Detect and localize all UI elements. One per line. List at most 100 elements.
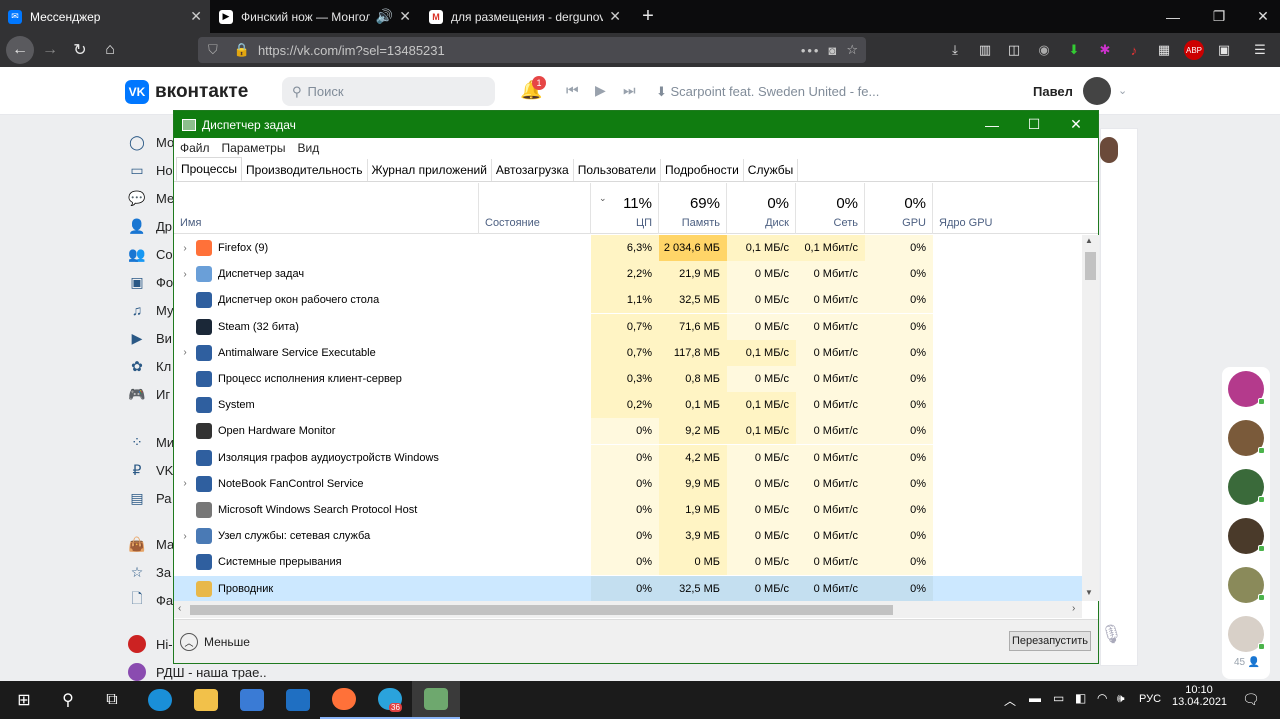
header-network[interactable]: 0% Сеть — [796, 183, 865, 234]
vk-menu-item[interactable]: 👥 Со — [128, 244, 172, 264]
menu-icon[interactable]: ☰ — [1250, 40, 1270, 60]
scroll-up-icon[interactable]: ▲ — [1085, 236, 1093, 245]
adblock-icon[interactable]: ABP — [1184, 40, 1204, 60]
download-icon[interactable]: ⤓ — [945, 40, 965, 60]
tab-users[interactable]: Пользователи — [574, 159, 662, 181]
process-row[interactable]: System 0,2% 0,1 МБ 0,1 МБ/с 0 Мбит/с 0% — [174, 392, 1082, 419]
home-icon[interactable]: ⌂ — [96, 33, 124, 67]
telegram-icon[interactable] — [366, 681, 414, 719]
forward-icon[interactable]: → — [36, 33, 64, 67]
search-icon[interactable]: ⚲ — [44, 681, 92, 719]
new-tab-button[interactable]: + — [634, 0, 662, 33]
library-icon[interactable]: ▥ — [975, 40, 995, 60]
next-track-icon[interactable]: ⏭ — [623, 82, 636, 99]
mail-icon[interactable] — [274, 681, 322, 719]
tab-app-history[interactable]: Журнал приложений — [368, 159, 492, 181]
tray-chevron-up-icon[interactable]: ︿ — [1004, 692, 1016, 709]
tab-startup[interactable]: Автозагрузка — [492, 159, 574, 181]
store-icon[interactable] — [228, 681, 276, 719]
menu-options[interactable]: Параметры — [216, 141, 292, 155]
tab-services[interactable]: Службы — [744, 159, 799, 181]
header-gpu-engine[interactable]: Ядро GPU — [933, 183, 1083, 234]
header-disk[interactable]: 0% Диск — [727, 183, 796, 234]
clock[interactable]: 10:10 13.04.2021 — [1172, 684, 1227, 708]
user-name[interactable]: Павел — [1033, 84, 1073, 99]
vk-menu-item[interactable]: ♫ Му — [128, 300, 174, 320]
process-row[interactable]: › Узел службы: сетевая служба 0% 3,9 МБ 0 МБ… — [174, 523, 1082, 550]
expand-chevron-icon[interactable]: › — [174, 243, 196, 254]
minimize-icon[interactable]: — — [1150, 0, 1196, 33]
process-row[interactable]: Microsoft Windows Search Protocol Host 0%… — [174, 497, 1082, 523]
vk-menu-item[interactable]: ₽ VK — [128, 460, 174, 480]
bookmark-star-icon[interactable]: ☆ — [846, 42, 858, 58]
tab-messenger[interactable]: ✉ Мессенджер ✕ — [0, 0, 210, 33]
address-bar[interactable]: ⛉ 🔒 https://vk.com/im?sel=13485231 ••• ◙… — [198, 37, 866, 63]
vk-menu-item[interactable]: ◯ Мо — [128, 132, 174, 152]
music-extension-icon[interactable]: ♪ — [1124, 40, 1144, 60]
process-row[interactable]: Диспетчер окон рабочего стола 1,1% 32,5 МБ… — [174, 287, 1082, 314]
vk-menu-item[interactable]: 👤 Др — [128, 216, 172, 236]
chat-item[interactable]: Hi- — [128, 634, 173, 654]
process-row[interactable]: Системные прерывания 0% 0 МБ 0 МБ/с 0 Мбит/с… — [174, 549, 1082, 576]
process-row[interactable]: › Диспетчер задач 2,2% 21,9 МБ 0 МБ/с 0 Мбит/… — [174, 261, 1082, 288]
task-manager-titlebar[interactable]: Диспетчер задач — ☐ ✕ — [174, 111, 1098, 138]
process-row[interactable]: › NoteBook FanControl Service 0% 9,9 МБ 0 МБ… — [174, 470, 1082, 497]
process-row[interactable]: Open Hardware Monitor 0% 9,2 МБ 0,1 МБ/с 0 М… — [174, 418, 1082, 445]
battery-icon[interactable]: ▭ — [1053, 691, 1064, 705]
vertical-scrollbar[interactable] — [1082, 235, 1099, 601]
menu-file[interactable]: Файл — [174, 141, 216, 155]
notification-center-icon[interactable]: 🗨 — [1242, 691, 1260, 708]
vk-menu-item[interactable]: ⁘ Ми — [128, 432, 174, 452]
vk-menu-item[interactable]: ▤ Ра — [128, 488, 171, 508]
close-tab-icon[interactable]: ✕ — [609, 8, 621, 25]
expand-chevron-icon[interactable]: › — [174, 478, 196, 489]
scrollbar-thumb[interactable] — [1085, 252, 1096, 280]
language-indicator[interactable]: РУС — [1139, 693, 1161, 705]
download-helper-icon[interactable]: ⬇ — [1064, 40, 1084, 60]
fewer-details-button[interactable]: ︿ Меньше — [180, 633, 250, 651]
reload-icon[interactable]: ↻ — [66, 33, 94, 67]
extension-icon[interactable]: ◉ — [1034, 40, 1054, 60]
sidebar-icon[interactable]: ◫ — [1004, 40, 1024, 60]
tray-app-icon[interactable]: ▬ — [1029, 691, 1041, 705]
extensions-grid-icon[interactable]: ▦ — [1154, 40, 1174, 60]
back-icon[interactable]: ← — [6, 36, 34, 64]
extension-badge-icon[interactable]: ▣ — [1214, 40, 1234, 60]
close-window-icon[interactable]: ✕ — [1240, 0, 1280, 33]
header-memory[interactable]: 69% Память — [659, 183, 727, 234]
maximize-icon[interactable]: ❐ — [1196, 0, 1242, 33]
process-row[interactable]: Изоляция графов аудиоустройств Windows 0%… — [174, 444, 1082, 471]
task-view-icon[interactable]: ⧉ — [88, 681, 136, 719]
process-row[interactable]: › Firefox (9) 6,3% 2 034,6 МБ 0,1 МБ/с 0,1 Мб… — [174, 235, 1082, 261]
vk-search-input[interactable]: ⚲ Поиск — [282, 77, 495, 106]
shield-icon[interactable]: ⛉ — [208, 42, 218, 58]
scroll-right-icon[interactable]: › — [1072, 603, 1075, 614]
chevron-down-icon[interactable]: ⌄ — [1118, 84, 1127, 97]
process-row[interactable]: Процесс исполнения клиент-сервер 0,3% 0,8 … — [174, 366, 1082, 392]
restart-button[interactable]: Перезапустить — [1009, 631, 1091, 651]
vk-logo[interactable]: VK вконтакте — [125, 80, 248, 104]
file-explorer-icon[interactable] — [182, 681, 230, 719]
minimize-icon[interactable]: — — [970, 111, 1014, 138]
vk-menu-item[interactable]: 👜 Ма — [128, 534, 174, 554]
microphone-icon[interactable]: 🎙 — [1100, 624, 1123, 645]
header-status[interactable]: Состояние — [479, 183, 591, 234]
scrollbar-thumb[interactable] — [190, 605, 893, 615]
vk-menu-item[interactable]: ▭ Но — [128, 160, 172, 180]
expand-chevron-icon[interactable]: › — [174, 347, 196, 358]
vk-menu-item[interactable]: 💬 Ме — [128, 188, 174, 208]
scroll-down-icon[interactable]: ▼ — [1085, 588, 1093, 597]
maximize-icon[interactable]: ☐ — [1012, 111, 1056, 138]
process-row[interactable]: Проводник 0% 32,5 МБ 0 МБ/с 0 Мбит/с 0% — [174, 575, 1082, 601]
play-icon[interactable]: ▶ — [595, 82, 606, 99]
vk-menu-item[interactable]: 🗋 Фа — [128, 590, 173, 610]
process-row[interactable]: › Antimalware Service Executable 0,7% 117,8… — [174, 339, 1082, 366]
speaker-icon[interactable]: 🔊 — [376, 8, 393, 25]
menu-view[interactable]: Вид — [291, 141, 325, 155]
current-track[interactable]: ⬇ Scarpoint feat. Sweden United - fe... — [656, 84, 879, 100]
volume-icon[interactable]: 🕪 — [1117, 691, 1125, 706]
process-row[interactable]: Steam (32 бита) 0,7% 71,6 МБ 0 МБ/с 0 Мбит/с… — [174, 313, 1082, 340]
vk-menu-item[interactable]: ☆ За — [128, 562, 171, 582]
close-tab-icon[interactable]: ✕ — [399, 8, 411, 25]
edge-icon[interactable] — [136, 681, 184, 719]
